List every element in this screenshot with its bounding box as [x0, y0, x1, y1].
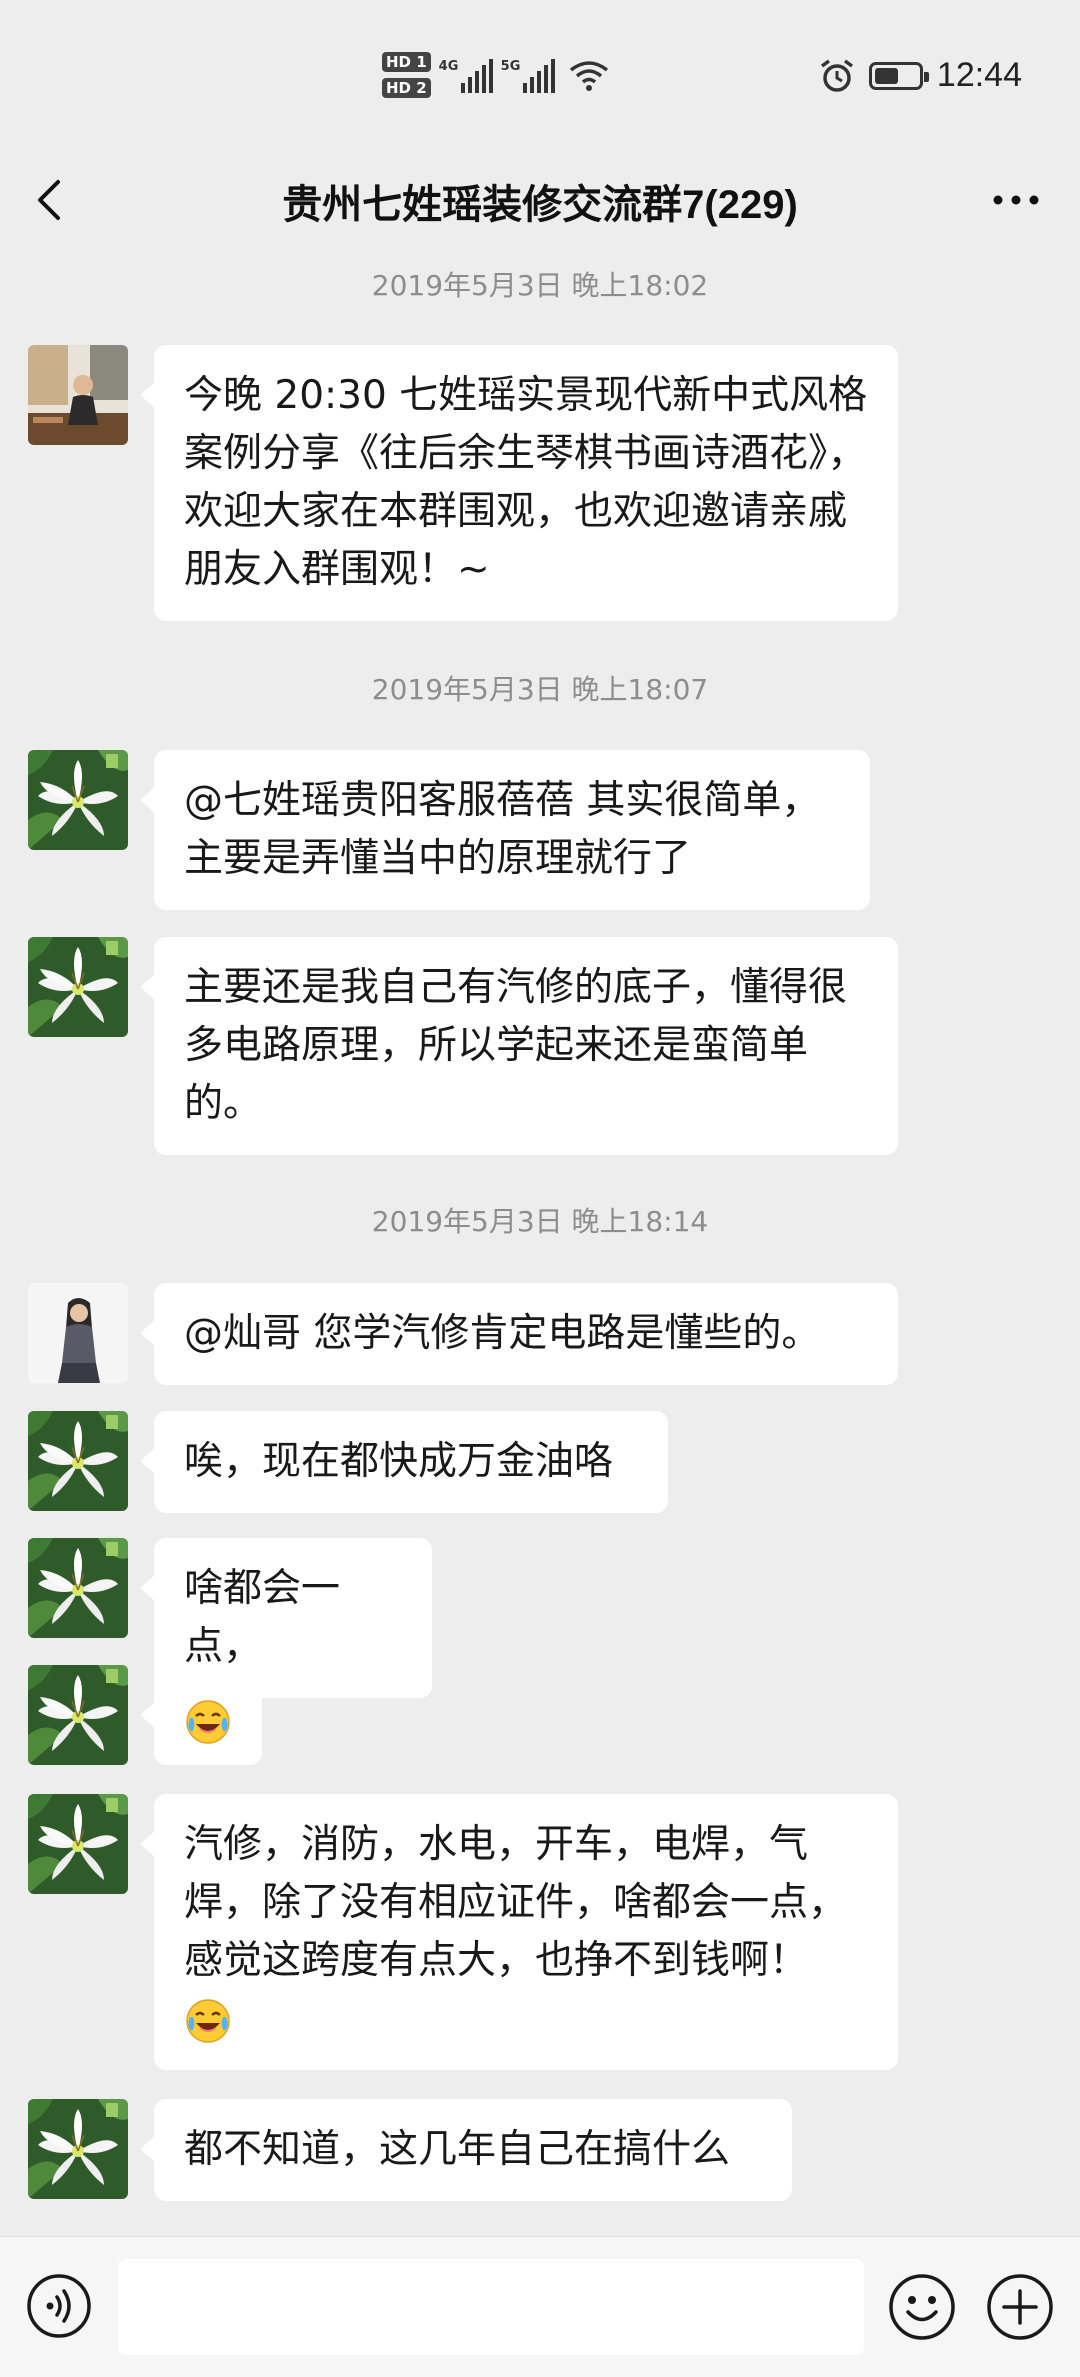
- sim1-label: 4G: [438, 59, 459, 74]
- lily-avatar[interactable]: [28, 2099, 128, 2199]
- network-indicators: HD 1 HD 2 4G 5G: [382, 52, 609, 98]
- message-text: 汽修，消防，水电，开车，电焊，气焊，除了没有相应证件，啥都会一点，感觉这跨度有点…: [184, 1822, 848, 1983]
- wifi-icon: [569, 61, 608, 91]
- message-bubble[interactable]: 今晚 20:30 七姓瑶实景现代新中式风格案例分享《往后余生琴棋书画诗酒花》，欢…: [140, 345, 898, 621]
- person-avatar[interactable]: [28, 345, 128, 445]
- signal-5g-icon: 5G: [501, 57, 555, 93]
- lily-avatar[interactable]: [28, 937, 128, 1037]
- message-bubble[interactable]: 汽修，消防，水电，开车，电焊，气焊，除了没有相应证件，啥都会一点，感觉这跨度有点…: [140, 1794, 898, 2070]
- message-input[interactable]: [118, 2259, 864, 2355]
- signal-4g-icon: 4G: [439, 57, 493, 93]
- message-bubble[interactable]: 都不知道，这几年自己在搞什么: [140, 2099, 792, 2201]
- lily-avatar[interactable]: [28, 1794, 128, 1894]
- lily-avatar[interactable]: [28, 750, 128, 850]
- lily-avatar[interactable]: [28, 1665, 128, 1765]
- emoji-icon[interactable]: [888, 2273, 956, 2341]
- message-bubble[interactable]: @灿哥 您学汽修肯定电路是懂些的。: [140, 1283, 898, 1385]
- chat-title: 贵州七姓瑶装修交流群7(229): [282, 183, 798, 227]
- status-bar: HD 1 HD 2 4G 5G 12:44: [0, 0, 1080, 150]
- chat-header: 贵州七姓瑶装修交流群7(229): [0, 150, 1080, 250]
- plus-icon[interactable]: [986, 2273, 1054, 2341]
- hd2-badge: HD 2: [382, 78, 431, 98]
- woman-avatar[interactable]: [28, 1283, 128, 1383]
- alarm-icon: [820, 59, 853, 92]
- timestamp: 2019年5月3日 晚上18:02: [371, 269, 709, 302]
- system-indicators: 12:44: [819, 56, 1022, 95]
- message-bubble[interactable]: 主要还是我自己有汽修的底子，懂得很多电路原理，所以学起来还是蛮简单的。: [140, 937, 898, 1155]
- hd-badges: HD 1 HD 2: [382, 52, 431, 98]
- hd1-badge: HD 1: [382, 52, 431, 72]
- message-bubble[interactable]: [140, 1665, 262, 1765]
- timestamp: 2019年5月3日 晚上18:07: [371, 673, 709, 706]
- message-bubble[interactable]: @七姓瑶贵阳客服蓓蓓 其实很简单，主要是弄懂当中的原理就行了: [140, 750, 870, 910]
- battery-icon: [868, 61, 929, 90]
- clock: 12:44: [936, 56, 1022, 94]
- timestamp: 2019年5月3日 晚上18:14: [371, 1205, 709, 1238]
- more-dots-icon[interactable]: [986, 178, 1046, 222]
- lily-avatar[interactable]: [28, 1411, 128, 1511]
- laugh-cry-emoji: [184, 1997, 232, 2045]
- voice-icon[interactable]: [26, 2273, 92, 2339]
- sim2-label: 5G: [500, 59, 521, 74]
- input-bar: [0, 2236, 1080, 2377]
- message-bubble[interactable]: 唉，现在都快成万金油咯: [140, 1411, 668, 1513]
- lily-avatar[interactable]: [28, 1538, 128, 1638]
- laugh-cry-emoji: [184, 1698, 232, 1746]
- battery-fill: [874, 67, 898, 84]
